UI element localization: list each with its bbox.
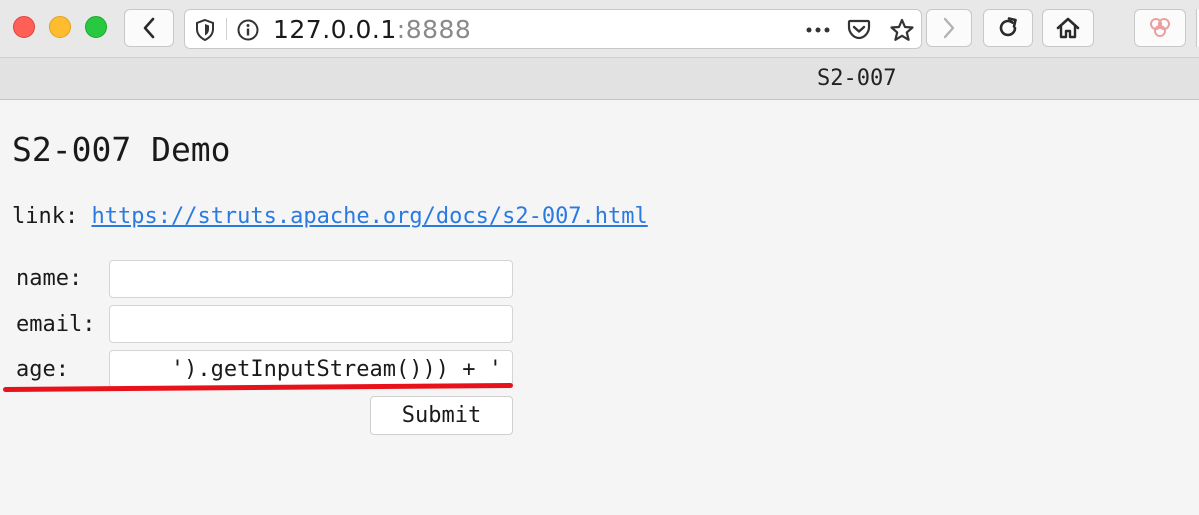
window-close-button[interactable] (13, 16, 35, 38)
url-host: 127.0.0.1 (273, 15, 397, 44)
docs-link[interactable]: https://struts.apache.org/docs/s2-007.ht… (91, 204, 647, 229)
age-input[interactable] (109, 350, 513, 388)
submit-button[interactable]: Submit (370, 396, 513, 435)
extension-icon (1147, 15, 1173, 41)
window-minimize-button[interactable] (49, 16, 71, 38)
extension-button[interactable] (1134, 9, 1186, 47)
age-label: age: (16, 357, 69, 382)
more-icon[interactable] (805, 26, 831, 34)
home-button[interactable] (1042, 9, 1094, 47)
home-icon (1055, 16, 1081, 40)
pocket-icon[interactable] (847, 18, 871, 40)
name-label: name: (16, 266, 83, 291)
back-button[interactable] (124, 9, 174, 47)
tab-title[interactable]: S2-007 (817, 66, 896, 91)
tab-bar: S2-007 (0, 58, 1199, 100)
window-maximize-button[interactable] (85, 16, 107, 38)
forward-button[interactable] (926, 9, 972, 47)
url-text[interactable]: 127.0.0.1:8888 (273, 15, 471, 44)
page-title: S2-007 Demo (12, 130, 231, 169)
email-input[interactable] (109, 305, 513, 343)
url-port: :8888 (396, 15, 472, 44)
name-input[interactable] (109, 260, 513, 298)
browser-toolbar: 127.0.0.1:8888 (0, 0, 1199, 58)
link-label: link: (12, 204, 79, 229)
info-icon[interactable] (236, 18, 260, 42)
link-row: link: https://struts.apache.org/docs/s2-… (12, 204, 648, 229)
reload-button[interactable] (983, 9, 1033, 47)
email-label: email: (16, 312, 96, 337)
back-icon (142, 17, 156, 39)
address-bar[interactable]: 127.0.0.1:8888 (184, 9, 922, 49)
url-separator (226, 18, 227, 40)
star-icon[interactable] (889, 18, 915, 42)
annotation-underline (2, 382, 514, 392)
forward-icon (942, 17, 956, 39)
shield-icon[interactable] (194, 18, 216, 42)
reload-icon (996, 16, 1020, 40)
page-content: S2-007 Demo link: https://struts.apache.… (0, 100, 1199, 515)
